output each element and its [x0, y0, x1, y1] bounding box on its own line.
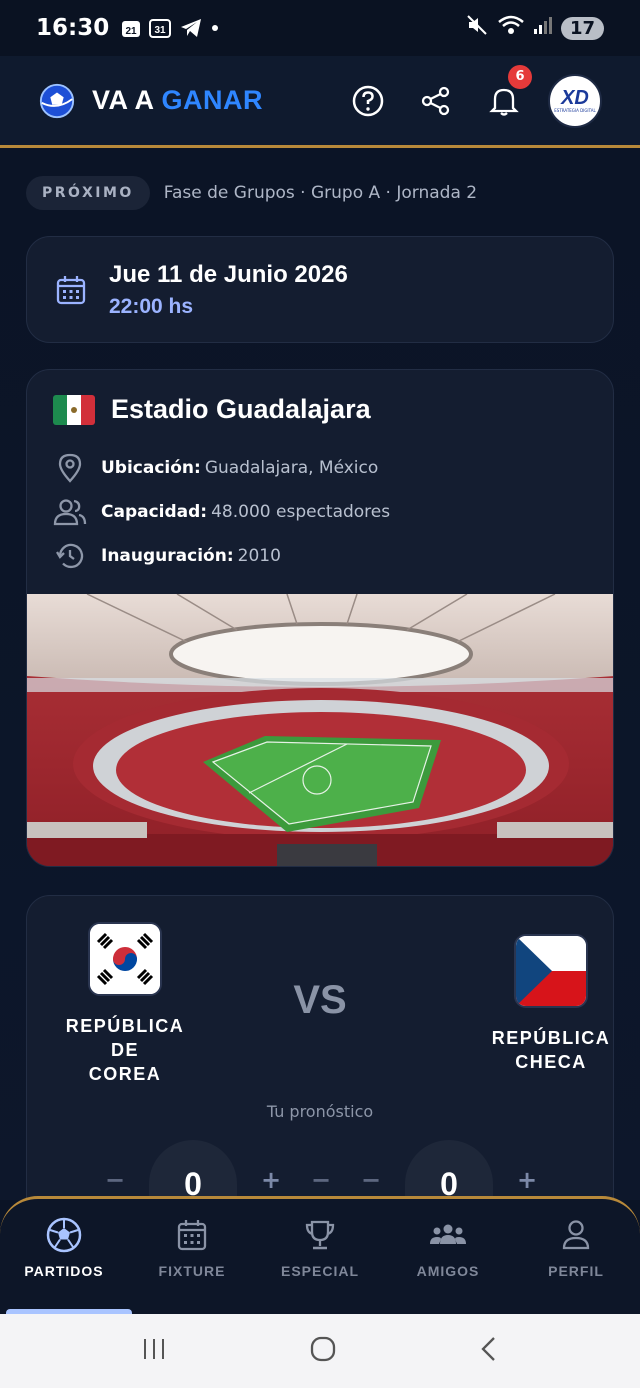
- nav-partidos[interactable]: PARTIDOS: [0, 1215, 128, 1314]
- nav-fixture-label: FIXTURE: [158, 1263, 226, 1279]
- calendar-31-text: 31: [155, 25, 167, 36]
- away-name-line1: REPÚBLICA: [491, 1028, 611, 1048]
- match-date: Jue 11 de Junio 2026: [109, 260, 348, 288]
- home-team-name: REPÚBLICA DE COREA: [51, 1014, 199, 1086]
- recent-apps-button[interactable]: [141, 1337, 167, 1365]
- capacity-row: Capacidad: 48.000 espectadores: [53, 496, 390, 528]
- recent-apps-icon: [144, 1339, 164, 1359]
- away-score-input[interactable]: 0: [405, 1140, 493, 1200]
- brand-white: VA A: [92, 85, 154, 115]
- avatar[interactable]: XD ESTRATEGIA DIGITAL: [548, 73, 602, 128]
- date-card: Jue 11 de Junio 2026 22:00 hs: [26, 236, 614, 343]
- app-brand: VA A GANAR: [92, 85, 263, 116]
- mexico-flag-icon: [53, 394, 95, 425]
- inauguration-value: 2010: [237, 546, 281, 566]
- share-icon: [421, 86, 450, 115]
- status-time: 16:30: [36, 15, 110, 41]
- status-badge: PRÓXIMO: [26, 176, 150, 210]
- away-team-name: REPÚBLICA CHECA: [473, 1026, 629, 1074]
- location-value: Guadalajara, México: [204, 458, 379, 478]
- people-icon: [53, 496, 87, 528]
- location-pin-icon: [53, 452, 87, 484]
- nav-fixture[interactable]: FIXTURE: [128, 1215, 256, 1314]
- avatar-subtext: ESTRATEGIA DIGITAL: [554, 108, 596, 113]
- location-label: Ubicación:: [101, 458, 201, 478]
- history-icon: [53, 540, 87, 572]
- location-row: Ubicación: Guadalajara, México: [53, 452, 378, 484]
- telegram-icon: [179, 18, 203, 38]
- back-icon: [481, 1337, 495, 1361]
- avatar-text: XD: [561, 87, 589, 109]
- capacity-label: Capacidad:: [101, 502, 208, 522]
- home-name-line2: DE: [110, 1040, 139, 1060]
- status-bar: 16:30 21 31 17: [0, 0, 640, 56]
- match-time: 22:00 hs: [109, 294, 194, 318]
- bell-icon: [489, 88, 519, 116]
- home-name-line3: COREA: [88, 1064, 162, 1084]
- nav-amigos[interactable]: AMIGOS: [384, 1215, 512, 1314]
- logo-ball-icon: [39, 83, 75, 118]
- nav-especial[interactable]: ESPECIAL: [256, 1215, 384, 1314]
- away-plus-button[interactable]: +: [517, 1166, 537, 1194]
- calendar-31-icon: 31: [149, 18, 172, 38]
- wifi-icon: [497, 14, 525, 42]
- away-team: REPÚBLICA CHECA: [473, 934, 629, 1074]
- inauguration-row: Inauguración: 2010: [53, 540, 281, 572]
- help-icon: [352, 85, 384, 116]
- match-card: REPÚBLICA DE COREA VS REPÚBLICA CHECA Tu…: [26, 895, 614, 1200]
- nav-perfil[interactable]: PERFIL: [512, 1215, 640, 1314]
- phase-row: PRÓXIMO Fase de Grupos · Grupo A · Jorna…: [26, 176, 477, 210]
- nav-perfil-label: PERFIL: [548, 1263, 604, 1279]
- prediction-label: Tu pronóstico: [266, 1102, 374, 1121]
- inauguration-label: Inauguración:: [101, 546, 234, 566]
- mute-icon: [465, 13, 489, 43]
- stadium-name: Estadio Guadalajara: [111, 394, 371, 424]
- notification-badge: 6: [508, 64, 532, 89]
- battery-indicator: 17: [560, 16, 604, 40]
- calendar-21-icon: 21: [121, 18, 141, 38]
- home-score-input[interactable]: 0: [149, 1140, 237, 1200]
- home-icon: [310, 1336, 336, 1362]
- nav-partidos-label: PARTIDOS: [24, 1263, 104, 1279]
- prediction-inputs: − 0 + − − 0 +: [27, 1140, 615, 1200]
- dot-icon: [211, 24, 219, 32]
- home-plus-button[interactable]: +: [261, 1166, 281, 1194]
- away-minus-button[interactable]: −: [361, 1166, 381, 1194]
- brand-blue: GANAR: [161, 85, 264, 115]
- back-button[interactable]: [479, 1335, 499, 1367]
- home-minus-button[interactable]: −: [105, 1166, 125, 1194]
- divider-dash: −: [311, 1166, 332, 1194]
- stadium-card: Estadio Guadalajara Ubicación: Guadalaja…: [26, 369, 614, 867]
- czech-flag-icon: [514, 934, 588, 1008]
- trophy-icon: [305, 1220, 335, 1250]
- phase-text: Fase de Grupos · Grupo A · Jornada 2: [163, 183, 478, 203]
- away-name-line2: CHECA: [515, 1052, 587, 1072]
- bottom-nav: PARTIDOS FIXTURE ESPECIAL AMIGOS PERFIL: [0, 1196, 640, 1317]
- app-bar: VA A GANAR 6 XD ESTRATEGIA DIGITAL: [0, 56, 640, 148]
- calendar-icon: [56, 275, 86, 304]
- soccer-ball-icon: [46, 1217, 82, 1253]
- user-icon: [562, 1220, 590, 1250]
- match-detail-content[interactable]: PRÓXIMO Fase de Grupos · Grupo A · Jorna…: [0, 148, 640, 1200]
- signal-icon: [533, 15, 553, 41]
- home-button[interactable]: [309, 1335, 337, 1367]
- share-button[interactable]: [418, 83, 454, 119]
- system-nav-bar: [0, 1314, 640, 1388]
- capacity-value: 48.000 espectadores: [211, 502, 391, 522]
- friends-icon: [430, 1224, 466, 1244]
- calendar-icon: [177, 1220, 207, 1251]
- nav-amigos-label: AMIGOS: [416, 1263, 480, 1279]
- stadium-image: [27, 594, 613, 866]
- help-button[interactable]: [350, 83, 386, 119]
- calendar-21-text: 21: [126, 26, 138, 37]
- notifications-button[interactable]: 6: [486, 64, 532, 119]
- nav-especial-label: ESPECIAL: [280, 1263, 359, 1279]
